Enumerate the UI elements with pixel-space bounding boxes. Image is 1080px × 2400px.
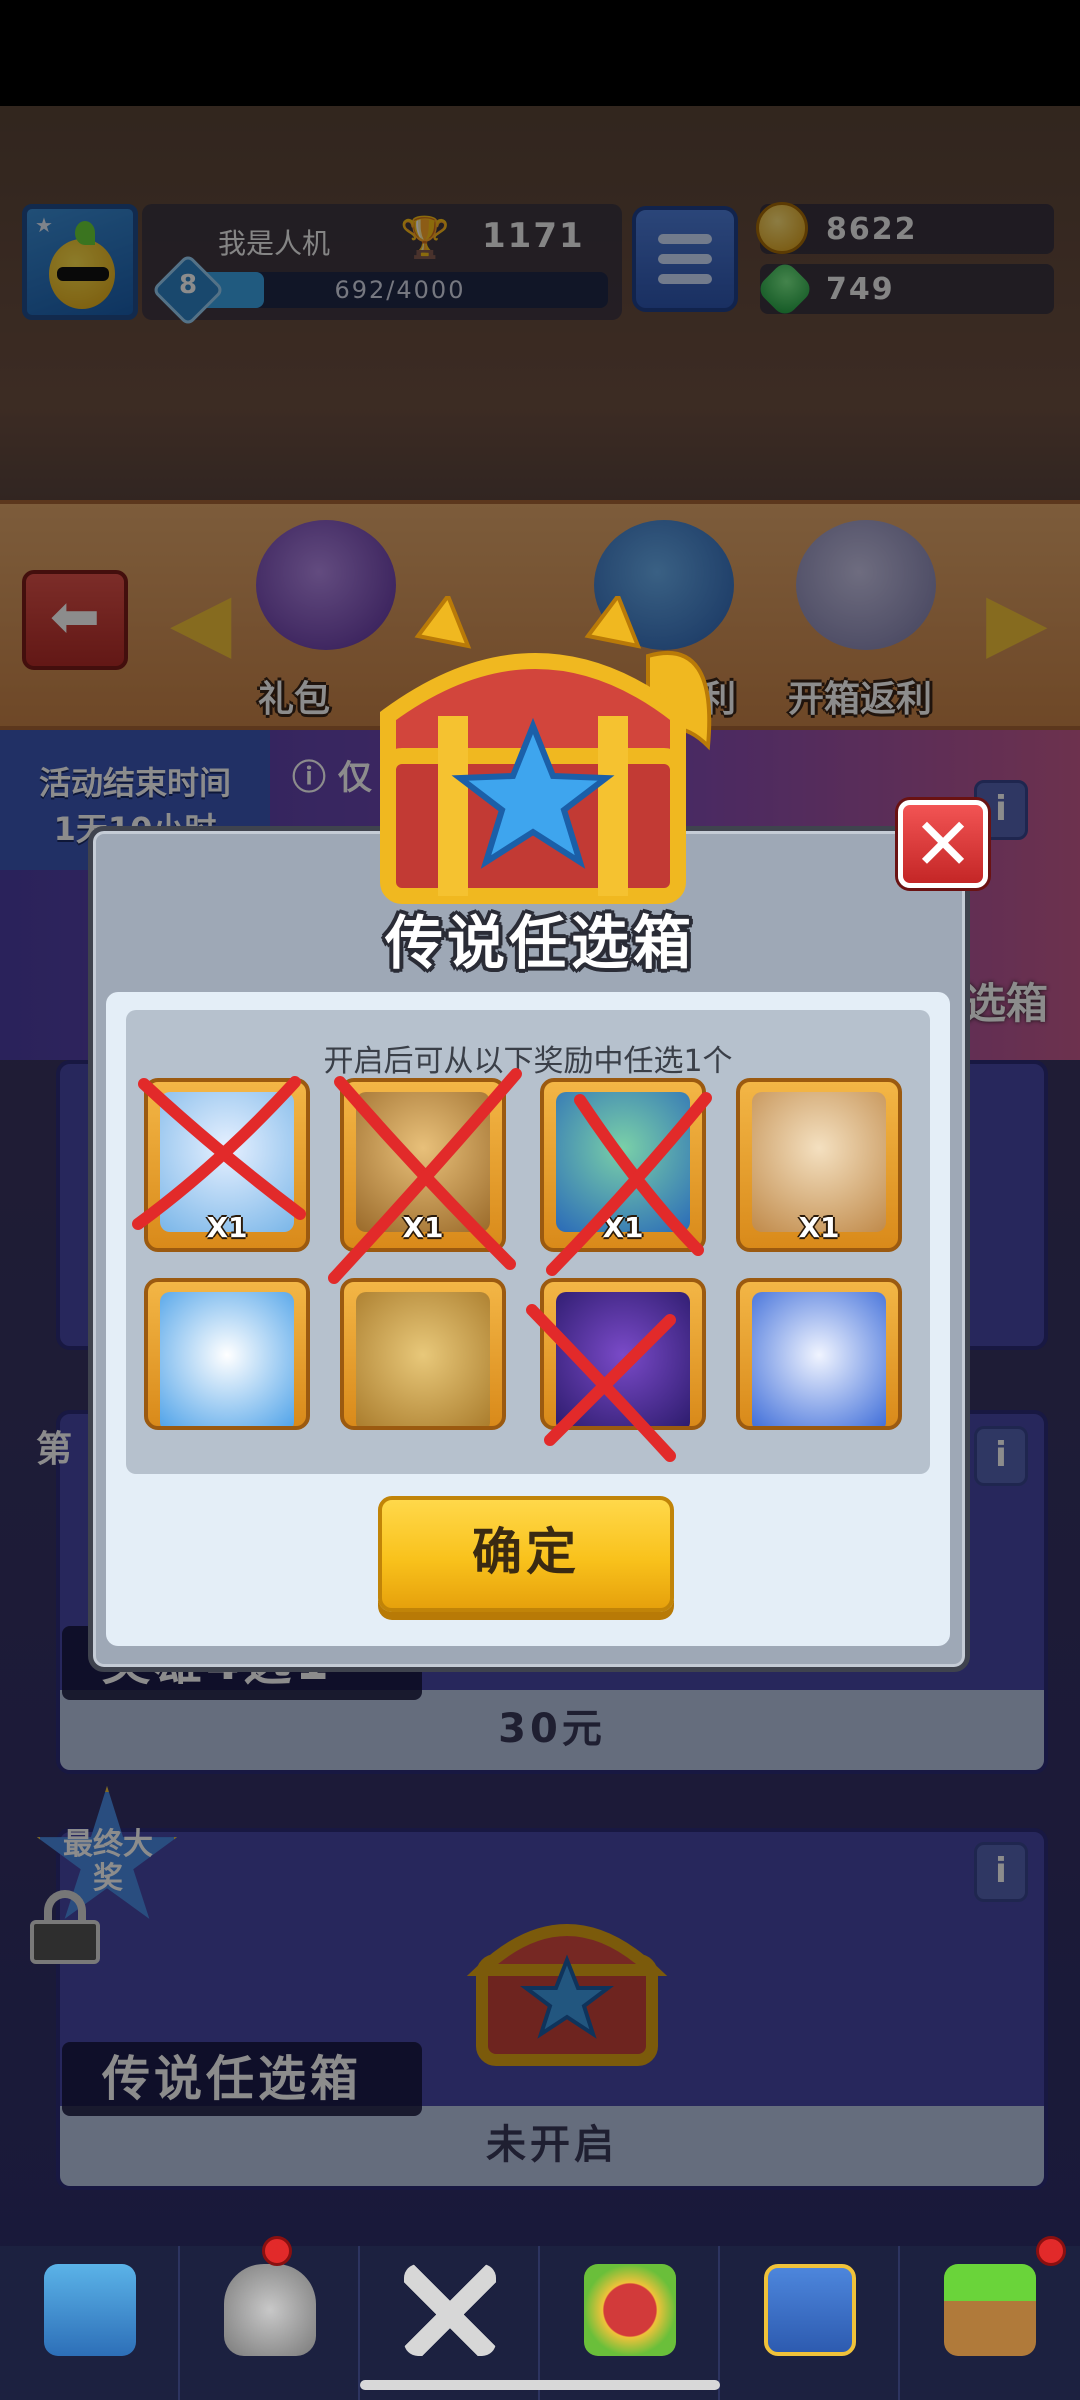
nav-shop[interactable] [0,2246,180,2400]
wizard-hero-portrait-icon [556,1292,690,1426]
nav-social[interactable] [720,2246,900,2400]
reward-qty: X1 [798,1211,840,1244]
crown-shield-icon [584,2264,676,2356]
crossed-swords-icon [404,2264,496,2356]
status-bar [0,0,1080,106]
legendary-chest-icon [380,596,712,904]
reward-card[interactable]: X1 [340,1078,506,1252]
nav-garden[interactable] [900,2246,1080,2400]
reward-card[interactable]: X1 [736,1078,902,1252]
reward-caption: 开启后可从以下奖励中任选1个 [323,1044,733,1079]
reward-card[interactable] [144,1278,310,1430]
wood-hero-portrait-icon [356,1292,490,1426]
treasure-chest-icon [44,2264,136,2356]
reward-qty: X1 [602,1211,644,1244]
sprout-block-icon [944,2264,1036,2356]
modal-title: 传说任选箱 [384,909,695,977]
reward-card[interactable] [736,1278,902,1430]
reward-card[interactable]: X1 [144,1078,310,1252]
confirm-button[interactable]: 确定 [378,1496,674,1612]
reward-qty: X1 [206,1211,248,1244]
notification-dot [262,2236,292,2266]
notification-dot [1036,2236,1066,2266]
nav-league[interactable] [540,2246,720,2400]
nav-equipment[interactable] [180,2246,360,2400]
helmet-icon [224,2264,316,2356]
close-icon: ✕ [912,802,974,886]
close-button[interactable]: ✕ [898,800,988,888]
robot-hero-portrait-icon [752,1292,886,1426]
bottom-nav [0,2246,1080,2400]
friends-icon [764,2264,856,2356]
clown-hero-portrait-icon [160,1292,294,1426]
reward-qty: X1 [402,1211,444,1244]
home-indicator[interactable] [360,2380,720,2390]
reward-card[interactable] [540,1278,706,1430]
nav-battle[interactable] [360,2246,540,2400]
reward-card[interactable] [340,1278,506,1430]
reward-card[interactable]: X1 [540,1078,706,1252]
